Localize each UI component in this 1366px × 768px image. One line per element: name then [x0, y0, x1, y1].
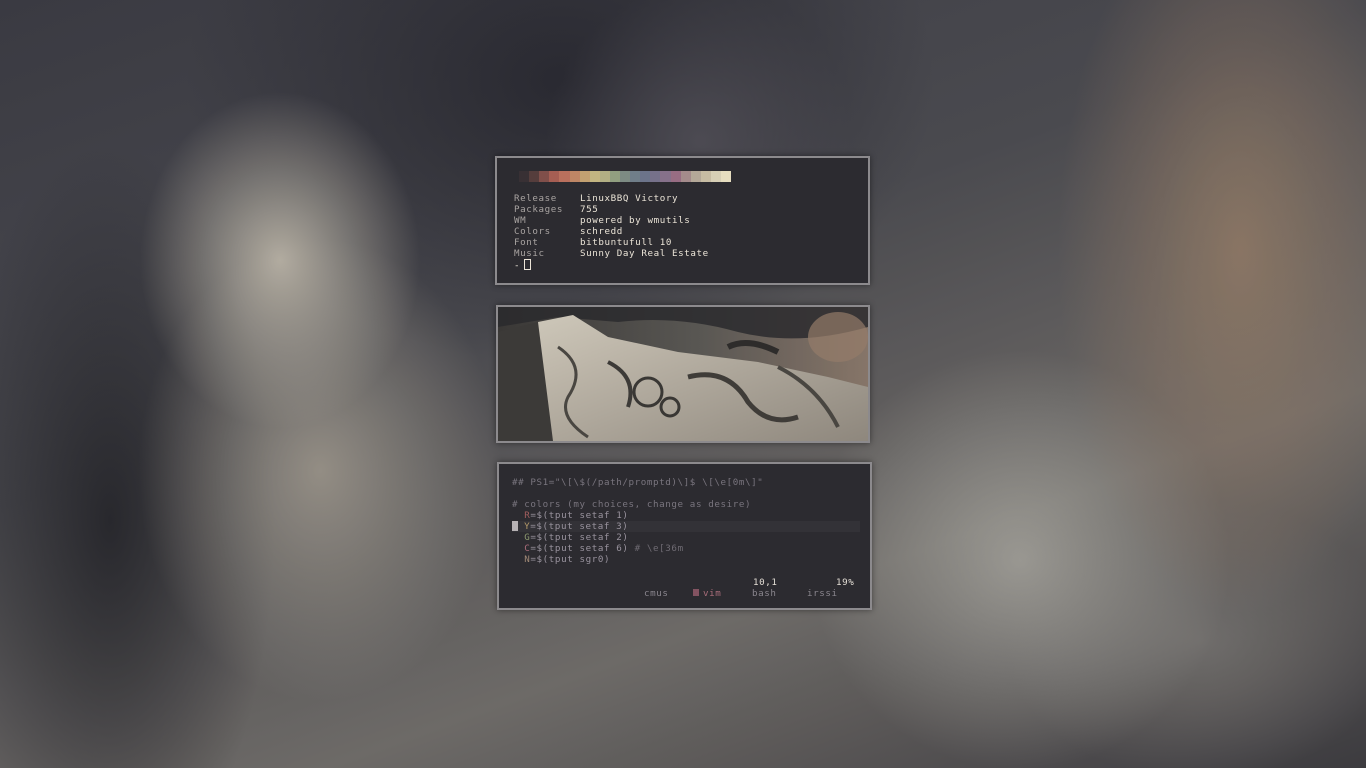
- info-key: Packages: [514, 204, 564, 215]
- palette-swatch: [589, 171, 600, 182]
- prompt-symbol: -: [514, 260, 521, 271]
- palette-swatch: [650, 171, 661, 182]
- tab-irssi[interactable]: irssi: [807, 588, 838, 599]
- info-key: Colors: [514, 226, 551, 237]
- inline-comment: # \e[36m: [628, 543, 684, 554]
- palette-swatch: [559, 171, 570, 182]
- shell-prompt[interactable]: -: [514, 259, 709, 271]
- info-row-packages: Packages 755: [514, 204, 709, 215]
- editor-cursor: [512, 521, 518, 531]
- info-key: Font: [514, 237, 539, 248]
- code-line-var-y: Y=$(tput setaf 3): [512, 521, 860, 532]
- info-value: powered by wmutils: [580, 215, 691, 226]
- editor-buffer[interactable]: ## PS1="\[\$(/path/promptd)\]$ \[\e[0m\]…: [512, 477, 860, 565]
- palette-swatch: [549, 171, 560, 182]
- palette-swatch: [700, 171, 711, 182]
- palette-swatch: [509, 171, 520, 182]
- info-value: schredd: [580, 226, 623, 237]
- info-value: LinuxBBQ Victory: [580, 193, 679, 204]
- tab-label: vim: [703, 588, 722, 599]
- code-line-var-r: R=$(tput setaf 1): [512, 510, 860, 521]
- info-row-wm: WM powered by wmutils: [514, 215, 709, 226]
- info-row-font: Font bitbuntufull 10: [514, 237, 709, 248]
- palette-swatch: [640, 171, 651, 182]
- palette-swatch: [620, 171, 631, 182]
- code-line-var-g: G=$(tput setaf 2): [512, 532, 860, 543]
- info-row-music: Music Sunny Day Real Estate: [514, 248, 709, 259]
- wallpaper-photo: [498, 307, 868, 441]
- var-value: =$(tput sgr0): [530, 554, 611, 565]
- palette-swatch: [710, 171, 721, 182]
- info-row-colors: Colors schredd: [514, 226, 709, 237]
- palette-swatch: [569, 171, 580, 182]
- palette-swatch: [519, 171, 530, 182]
- vim-ruler: 10,1 19%: [499, 577, 870, 588]
- code-line-var-n: N=$(tput sgr0): [512, 554, 860, 565]
- tab-cmus[interactable]: cmus: [644, 588, 669, 599]
- info-key: Music: [514, 248, 545, 259]
- system-info-list: Release LinuxBBQ Victory Packages 755 WM po…: [514, 193, 709, 271]
- palette-swatch: [660, 171, 671, 182]
- code-line-var-c: C=$(tput setaf 6) # \e[36m: [512, 543, 860, 554]
- var-value: =$(tput setaf 6): [530, 543, 629, 554]
- info-key: Release: [514, 193, 557, 204]
- var-value: =$(tput setaf 1): [530, 510, 629, 521]
- desktop-wallpaper: Release LinuxBBQ Victory Packages 755 WM po…: [0, 0, 1366, 768]
- info-value: Sunny Day Real Estate: [580, 248, 709, 259]
- palette-swatch: [690, 171, 701, 182]
- palette-swatch: [680, 171, 691, 182]
- info-value: 755: [580, 204, 599, 215]
- vim-editor-window[interactable]: ## PS1="\[\$(/path/promptd)\]$ \[\e[0m\]…: [497, 462, 872, 610]
- tab-vim[interactable]: vim: [693, 588, 721, 599]
- color-palette-strip: [509, 171, 732, 182]
- palette-swatch: [670, 171, 681, 182]
- palette-swatch: [599, 171, 610, 182]
- image-viewer-window[interactable]: [496, 305, 870, 443]
- info-row-release: Release LinuxBBQ Victory: [514, 193, 709, 204]
- info-key: WM: [514, 215, 527, 226]
- tmux-status-bar: cmus vim bash irssi: [499, 588, 870, 599]
- palette-swatch: [609, 171, 621, 182]
- scroll-percent: 19%: [836, 577, 855, 588]
- var-value: =$(tput setaf 3): [530, 521, 629, 532]
- palette-swatch: [720, 171, 732, 182]
- tab-bash[interactable]: bash: [752, 588, 777, 599]
- info-terminal-window[interactable]: Release LinuxBBQ Victory Packages 755 WM po…: [495, 156, 870, 285]
- text-cursor: [524, 259, 532, 270]
- code-line-ps1: ## PS1="\[\$(/path/promptd)\]$ \[\e[0m\]…: [512, 477, 764, 488]
- active-window-marker: [693, 589, 699, 596]
- palette-swatch: [539, 171, 550, 182]
- var-value: =$(tput setaf 2): [530, 532, 629, 543]
- palette-swatch: [579, 171, 590, 182]
- palette-swatch: [529, 171, 540, 182]
- cursor-position: 10,1: [753, 577, 778, 588]
- code-line-comment: # colors (my choices, change as desire): [512, 499, 752, 510]
- palette-swatch: [630, 171, 641, 182]
- info-value: bitbuntufull 10: [580, 237, 672, 248]
